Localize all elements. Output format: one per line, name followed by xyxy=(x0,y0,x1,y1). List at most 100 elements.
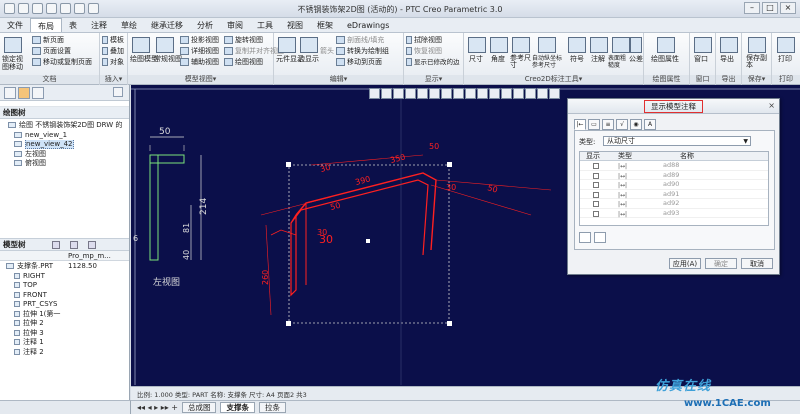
edge-display-icon[interactable] xyxy=(300,37,318,53)
menu-tools[interactable]: 工具 xyxy=(250,18,280,32)
minimize-button[interactable]: – xyxy=(744,2,760,14)
iso-dim-50a[interactable]: 50 xyxy=(429,142,439,151)
lock-view-icon[interactable] xyxy=(4,37,22,53)
tree-item-selected[interactable]: new_view_42 xyxy=(8,140,129,150)
view-manager-icon[interactable] xyxy=(549,88,560,99)
export-icon[interactable] xyxy=(720,37,738,53)
iso-dim-30a[interactable]: 30 xyxy=(319,163,331,174)
dimension-icon[interactable] xyxy=(468,37,486,53)
reference-dimension-icon[interactable] xyxy=(512,37,530,53)
projection-view-button[interactable]: 投影视图 xyxy=(180,36,219,45)
tree-settings-icon[interactable] xyxy=(113,87,123,97)
cancel-button[interactable]: 取消 xyxy=(741,258,773,269)
menu-file[interactable]: 文件 xyxy=(0,18,30,32)
model-tree-item[interactable]: 支撑条.PRT 1128.50 xyxy=(6,262,129,272)
new-page-button[interactable]: 新页面 xyxy=(32,36,64,45)
menu-annotate[interactable]: 注释 xyxy=(84,18,114,32)
annotation-row[interactable]: |↔| ad89 xyxy=(580,171,768,180)
component-display-icon[interactable] xyxy=(278,37,296,53)
tree-item[interactable]: 绘图 不锈钢装饰架2D图 DRW 的 xyxy=(8,121,129,131)
show-checkbox[interactable] xyxy=(593,182,599,188)
general-view-icon[interactable] xyxy=(156,37,174,53)
annotation-row[interactable]: |↔| ad93 xyxy=(580,209,768,218)
favorites-tab-icon[interactable] xyxy=(32,87,44,99)
menu-legacy-migration[interactable]: 继承迁移 xyxy=(144,18,190,32)
apply-button[interactable]: 应用(A) xyxy=(669,258,701,269)
convert-draw-group-button[interactable]: 转换为绘制组 xyxy=(336,47,389,56)
drawing-tree-header[interactable]: 绘图树 xyxy=(0,107,129,119)
ordinate-dimension-icon[interactable] xyxy=(538,37,556,53)
iso-dim-350[interactable]: 350 xyxy=(389,153,406,165)
settings-icon[interactable] xyxy=(88,241,96,249)
annotation-row[interactable]: |↔| ad91 xyxy=(580,190,768,199)
sheet-tab-tie-bar[interactable]: 拉条 xyxy=(258,402,286,413)
revolve-view-button[interactable]: 旋转视图 xyxy=(224,36,263,45)
show-checkbox[interactable] xyxy=(593,163,599,169)
iso-dim-260[interactable]: 260 xyxy=(261,270,270,285)
menu-framework[interactable]: 框架 xyxy=(310,18,340,32)
note-tab-icon[interactable]: ≡ xyxy=(602,119,614,130)
menu-table[interactable]: 表 xyxy=(62,18,84,32)
annotation-row[interactable]: |↔| ad88 xyxy=(580,161,768,171)
filter-icon[interactable] xyxy=(70,241,78,249)
tree-item[interactable]: 俯视图 xyxy=(8,159,129,169)
zoom-in-icon[interactable] xyxy=(381,88,392,99)
model-tree-item[interactable]: PRT_CSYS xyxy=(6,300,129,310)
symbol-tab-icon[interactable]: ◉ xyxy=(630,119,642,130)
datum-tab-icon[interactable]: A xyxy=(644,119,656,130)
symbol-icon[interactable] xyxy=(568,37,586,53)
dialog-close-icon[interactable]: × xyxy=(768,101,775,110)
orient-icon[interactable] xyxy=(501,88,512,99)
surface-finish-tab-icon[interactable]: √ xyxy=(616,119,628,130)
menu-view[interactable]: 视图 xyxy=(280,18,310,32)
left-view[interactable]: 50 214 81 40 6 左视图 xyxy=(133,127,209,288)
window-icon[interactable] xyxy=(694,37,712,53)
refit-icon[interactable] xyxy=(369,88,380,99)
hatch-fill-button[interactable]: 剖面线/填充 xyxy=(336,36,384,45)
select-all-icon[interactable] xyxy=(579,232,591,243)
plane-display-icon[interactable] xyxy=(429,88,440,99)
type-dropdown[interactable]: 从动尺寸 ▼ xyxy=(603,136,751,146)
move-copy-page-button[interactable]: 移动或复制页面 xyxy=(32,58,92,67)
print-icon[interactable] xyxy=(777,37,795,53)
show-checkbox[interactable] xyxy=(593,201,599,207)
dim-6[interactable]: 6 xyxy=(133,234,138,243)
dimension-tab-icon[interactable]: |← xyxy=(574,119,586,130)
tolerance-icon[interactable] xyxy=(630,37,642,53)
annotation-row[interactable]: |↔| ad92 xyxy=(580,199,768,209)
column-show[interactable]: 显示 xyxy=(586,152,600,161)
column-type[interactable]: 类型 xyxy=(618,152,632,161)
iso-dim-30d[interactable]: 30 xyxy=(319,233,333,246)
spin-center-icon[interactable] xyxy=(489,88,500,99)
axis-display-icon[interactable] xyxy=(441,88,452,99)
menu-edrawings[interactable]: eDrawings xyxy=(340,18,396,32)
arrow-button[interactable]: 箭头 xyxy=(320,47,334,56)
show-modified-edges-button[interactable]: 显示已修改的边 xyxy=(406,58,460,67)
grid-icon[interactable] xyxy=(525,88,536,99)
model-tree-item[interactable]: 拉伸 2 xyxy=(6,319,129,329)
menu-review[interactable]: 审阅 xyxy=(220,18,250,32)
drawing-model-icon[interactable] xyxy=(132,37,150,53)
model-tree-item[interactable]: RIGHT xyxy=(6,272,129,282)
model-tree-item[interactable]: FRONT xyxy=(6,291,129,301)
annotation-row[interactable]: |↔| ad90 xyxy=(580,180,768,190)
annotation-display-icon[interactable] xyxy=(477,88,488,99)
dim-214[interactable]: 214 xyxy=(199,198,209,215)
menu-sketch[interactable]: 草绘 xyxy=(114,18,144,32)
menu-layout[interactable]: 布局 xyxy=(30,18,62,32)
sheet-tab-assembly[interactable]: 总成图 xyxy=(181,402,217,413)
detail-view-button[interactable]: 详细视图 xyxy=(180,47,219,56)
save-copy-icon[interactable] xyxy=(748,37,766,53)
iso-dim-30b[interactable]: 30 xyxy=(446,183,456,192)
sheet-navigation[interactable]: ◂◂ ◂ ▸ ▸▸ + xyxy=(137,403,178,412)
model-tree-item[interactable]: TOP xyxy=(6,281,129,291)
angle-icon[interactable] xyxy=(490,37,508,53)
close-button[interactable]: × xyxy=(780,2,796,14)
drawing-view-button[interactable]: 绘图视图 xyxy=(224,58,263,67)
model-tree-item[interactable]: 注释 1 xyxy=(6,338,129,348)
repaint-icon[interactable] xyxy=(405,88,416,99)
display-style-icon[interactable] xyxy=(417,88,428,99)
ok-button[interactable]: 确定 xyxy=(705,258,737,269)
iso-dim-50c[interactable]: 50 xyxy=(329,201,341,212)
note-icon[interactable] xyxy=(590,37,608,53)
